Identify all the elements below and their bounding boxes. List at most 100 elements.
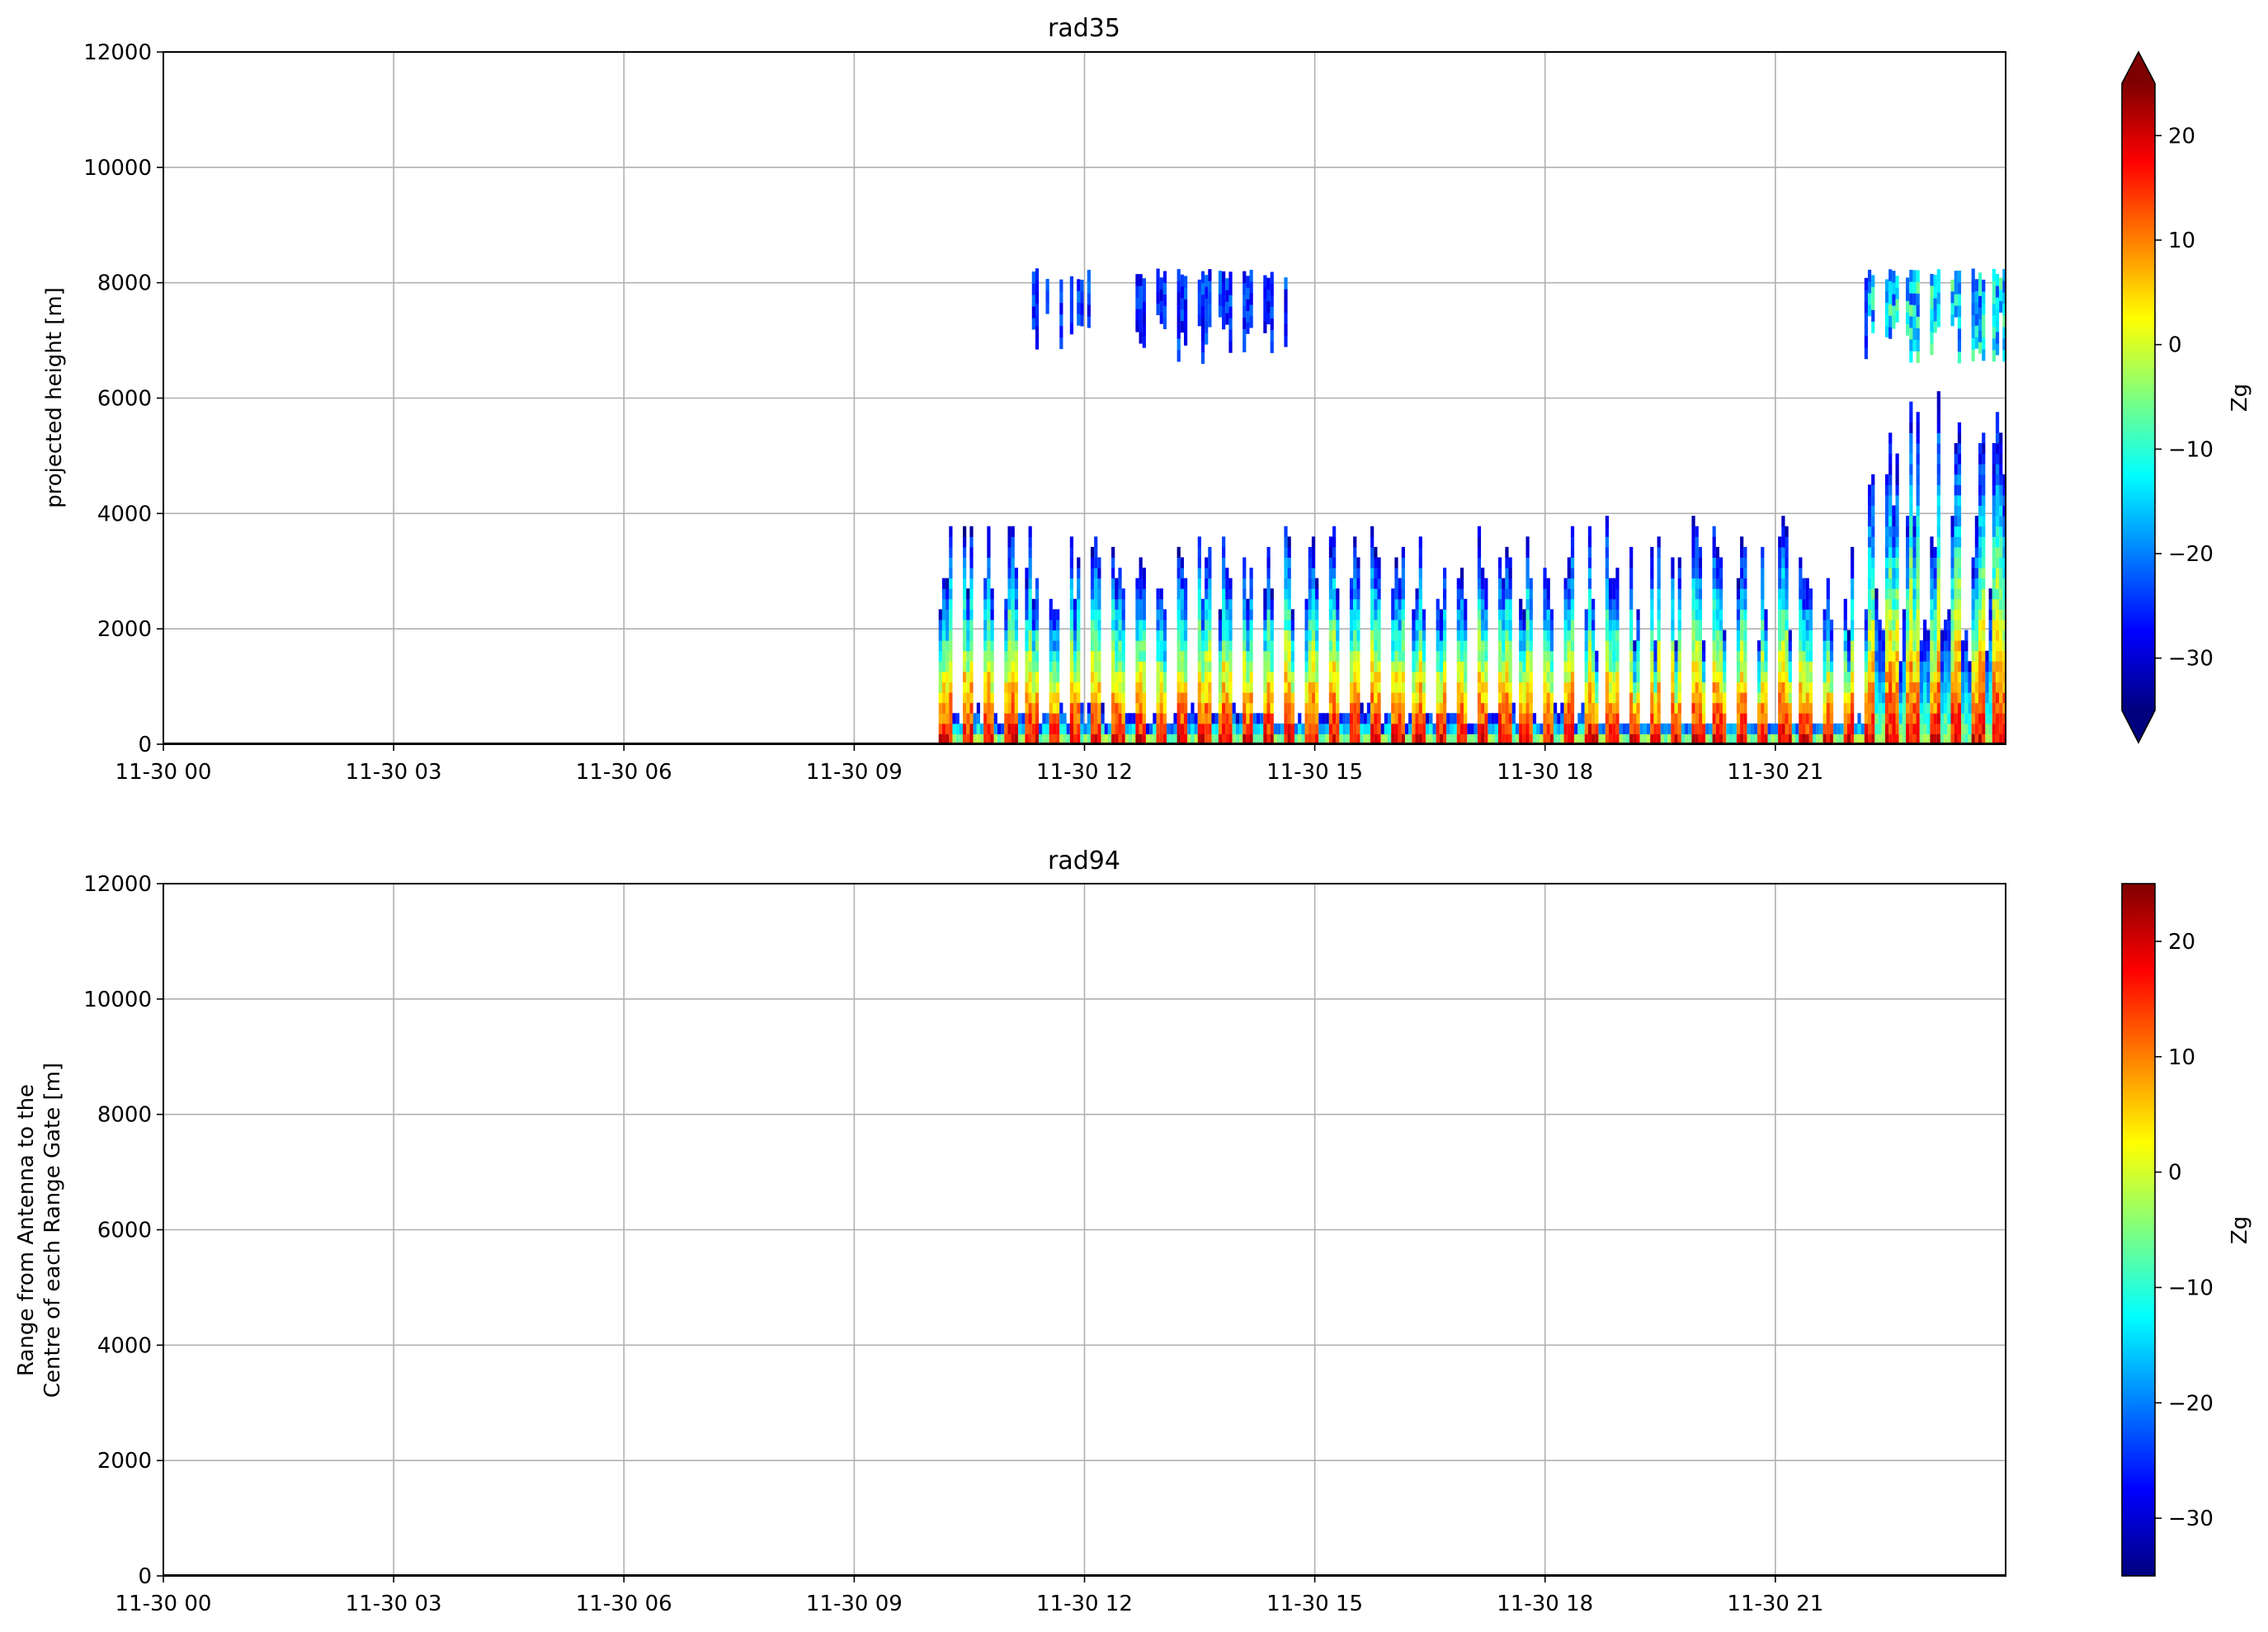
reflectivity-cell [1121,702,1125,714]
reflectivity-cell [1995,494,2000,507]
reflectivity-cell [1954,536,1958,548]
reflectivity-cell [1525,640,1530,652]
reflectivity-cell [1132,713,1136,724]
reflectivity-cell [1007,713,1011,724]
reflectivity-cell [1162,671,1167,682]
reflectivity-cell [1456,671,1460,682]
reflectivity-cell [1436,682,1440,693]
reflectivity-cell [1502,692,1506,704]
reflectivity-cell [1909,723,1913,734]
reflectivity-cell [969,650,974,662]
reflectivity-cell [1115,692,1119,704]
reflectivity-cell [1581,723,1585,734]
reflectivity-cell [1871,578,1875,589]
reflectivity-cell [1094,557,1098,568]
reflectivity-cell [1394,713,1398,724]
reflectivity-cell [1826,578,1830,589]
reflectivity-cell [1249,578,1253,589]
reflectivity-cell [1025,598,1029,610]
reflectivity-cell [949,640,953,652]
reflectivity-cell [1978,284,1983,296]
reflectivity-cell [1992,314,1996,328]
reflectivity-cell [1222,682,1226,693]
reflectivity-cell [949,557,953,568]
reflectivity-cell [945,578,950,589]
reflectivity-cell [1546,702,1550,714]
reflectivity-cell [963,640,967,652]
reflectivity-cell [1094,609,1098,620]
reflectivity-cell [1263,650,1267,662]
reflectivity-cell [1954,671,1958,682]
reflectivity-cell [1785,536,1789,548]
reflectivity-cell [1971,723,1975,734]
reflectivity-cell [1263,619,1267,631]
reflectivity-cell [969,546,974,558]
reflectivity-cell [1097,692,1101,704]
reflectivity-cell [1004,598,1008,610]
reflectivity-cell [1484,640,1488,652]
reflectivity-cell [1802,598,1806,610]
reflectivity-cell [1459,588,1464,600]
reflectivity-cell [1208,598,1212,610]
reflectivity-cell [1464,640,1468,652]
reflectivity-cell [1982,671,1986,682]
reflectivity-cell [1208,692,1212,704]
reflectivity-cell [1249,661,1253,672]
reflectivity-cell [1328,671,1333,682]
reflectivity-cell [1671,640,1675,652]
reflectivity-cell [1978,692,1983,704]
reflectivity-cell [1418,640,1422,652]
reflectivity-cell [1888,692,1893,704]
reflectivity-cell [1225,609,1229,620]
reflectivity-cell [1916,270,1920,282]
reflectivity-cell [941,598,946,610]
reflectivity-cell [1135,285,1139,298]
reflectivity-cell [1059,290,1063,304]
reflectivity-cell [1764,723,1768,734]
reflectivity-cell [1529,588,1533,600]
reflectivity-cell [1587,609,1592,620]
reflectivity-cell [1874,630,1879,641]
reflectivity-cell [1370,588,1374,600]
reflectivity-cell [1764,650,1768,662]
reflectivity-cell [1549,640,1554,652]
reflectivity-cell [1761,609,1765,620]
reflectivity-cell [1115,661,1119,672]
reflectivity-cell [1183,682,1188,693]
reflectivity-cell [1940,713,1945,724]
reflectivity-cell [1069,692,1074,704]
reflectivity-cell [1808,682,1813,693]
reflectivity-cell [1805,682,1809,693]
reflectivity-cell [1884,692,1889,704]
reflectivity-cell [1954,619,1958,631]
reflectivity-cell [1418,692,1422,704]
reflectivity-cell [1961,692,1965,704]
reflectivity-cell [1884,546,1889,558]
reflectivity-cell [1546,640,1550,652]
reflectivity-cell [1570,713,1575,724]
reflectivity-cell [1260,723,1264,734]
reflectivity-cell [1415,692,1419,704]
reflectivity-cell [1176,630,1181,641]
reflectivity-cell [1415,630,1419,641]
reflectivity-cell [1111,578,1115,589]
reflectivity-cell [1488,723,1492,734]
reflectivity-cell [1587,536,1592,548]
reflectivity-cell [1142,640,1146,652]
colorbar: 20100−10−20−30 Zg [2121,50,2252,744]
reflectivity-cell [1328,619,1333,631]
reflectivity-cell [1974,650,1978,662]
reflectivity-cell [1653,702,1657,714]
reflectivity-cell [1829,692,1834,704]
reflectivity-cell [1308,640,1312,652]
reflectivity-cell [1349,598,1354,610]
reflectivity-cell [1947,661,1951,672]
reflectivity-cell [1957,328,1962,341]
reflectivity-cell [1567,702,1571,714]
reflectivity-cell [1284,713,1288,724]
reflectivity-cell [1225,568,1229,579]
data-field [938,268,2006,744]
reflectivity-cell [1878,661,1882,672]
reflectivity-cell [969,557,974,568]
reflectivity-cell [1522,650,1526,662]
